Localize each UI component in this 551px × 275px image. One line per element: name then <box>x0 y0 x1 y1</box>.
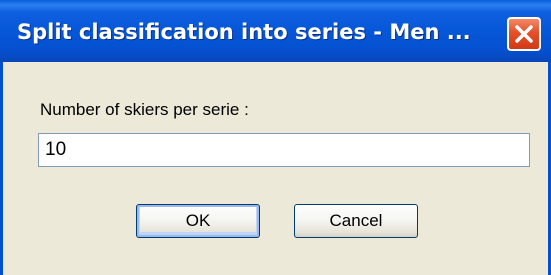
window-left-border <box>0 62 3 275</box>
skiers-per-serie-label: Number of skiers per serie : <box>40 100 249 119</box>
cancel-button[interactable]: Cancel <box>294 204 418 238</box>
dialog-body <box>0 62 551 275</box>
ok-button[interactable]: OK <box>136 204 260 238</box>
skiers-per-serie-input[interactable] <box>38 133 530 167</box>
dialog-title: Split classification into series - Men .… <box>17 20 471 44</box>
dialog-window: Split classification into series - Men .… <box>0 0 551 275</box>
close-button[interactable] <box>507 17 541 51</box>
close-icon <box>515 25 533 43</box>
title-bar[interactable]: Split classification into series - Men .… <box>0 0 551 62</box>
